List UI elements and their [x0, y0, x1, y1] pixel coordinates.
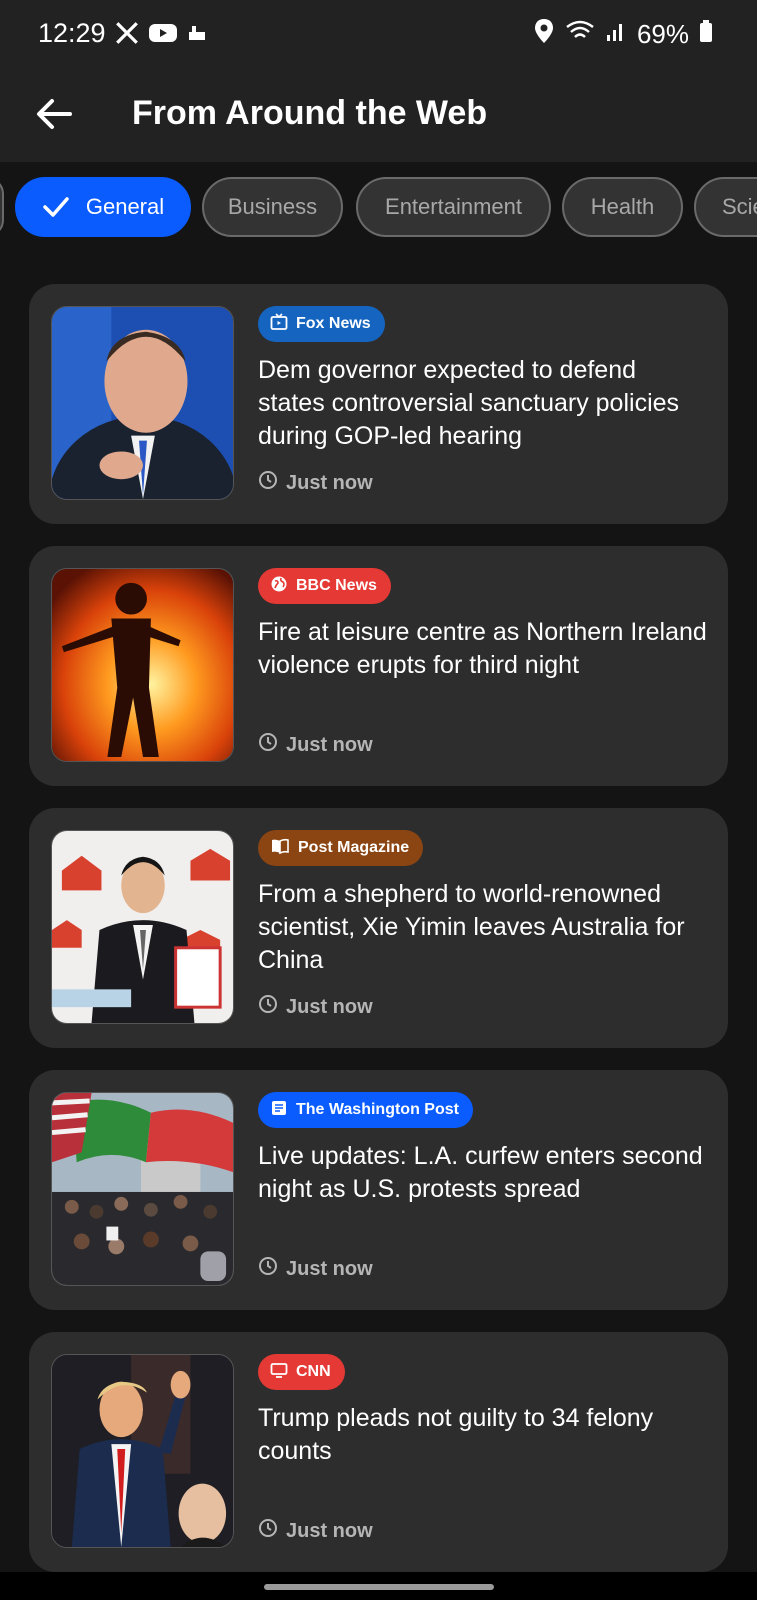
article-thumbnail: [51, 830, 234, 1024]
article-headline: From a shepherd to world-renowned scient…: [258, 880, 685, 974]
chip-label: Entertainment: [385, 194, 522, 219]
chip-business[interactable]: Business: [202, 177, 343, 237]
page-title: From Around the Web: [132, 94, 488, 132]
chip-previous-partial[interactable]: [0, 177, 4, 237]
monitor-icon: [270, 1361, 288, 1384]
source-name: Fox News: [296, 315, 371, 332]
clock-icon: [258, 994, 278, 1020]
article-icon: [270, 1099, 288, 1122]
tv-icon: [270, 312, 288, 336]
article-card[interactable]: The Washington Post Live updates: L.A. c…: [29, 1070, 728, 1310]
chip-label: Business: [227, 194, 318, 219]
app-bar: From Around the Web: [0, 70, 757, 162]
source-badge: CNN: [258, 1354, 345, 1390]
article-card[interactable]: Fox News Dem governor expected to defend…: [29, 284, 728, 524]
location-icon: [533, 18, 555, 51]
article-time: Just now: [258, 994, 373, 1020]
source-name: BBC News: [296, 577, 377, 594]
article-headline: Live updates: L.A. curfew enters second …: [258, 1142, 703, 1203]
system-nav-bar: [0, 1572, 757, 1600]
battery-icon: [699, 19, 713, 50]
chip-entertainment[interactable]: Entertainment: [356, 177, 551, 237]
arrow-back-icon: [34, 94, 74, 139]
chip-label: Health: [590, 194, 655, 219]
source-badge: BBC News: [258, 568, 391, 604]
status-time: 12:29: [38, 18, 106, 48]
article-time: Just now: [258, 1518, 373, 1544]
source-name: CNN: [296, 1363, 331, 1380]
source-badge: The Washington Post: [258, 1092, 473, 1128]
check-icon: [42, 195, 70, 219]
source-name: Post Magazine: [298, 839, 410, 856]
article-thumbnail: [51, 1354, 234, 1548]
youtube-icon: [148, 21, 178, 50]
wifi-icon: [565, 19, 595, 50]
article-headline: Trump pleads not guilty to 34 felony cou…: [258, 1404, 654, 1465]
article-card[interactable]: Post Magazine From a shepherd to world-r…: [29, 808, 728, 1048]
book-icon: [270, 837, 290, 860]
article-headline: Dem governor expected to defend states c…: [258, 356, 680, 450]
chip-health[interactable]: Health: [562, 177, 683, 237]
clock-icon: [258, 732, 278, 758]
article-time: Just now: [258, 470, 373, 496]
time-label: Just now: [286, 733, 373, 756]
article-thumbnail: [51, 568, 234, 762]
x-app-icon: [114, 20, 140, 51]
source-name: The Washington Post: [296, 1101, 459, 1118]
article-thumbnail: [51, 306, 234, 500]
article-thumbnail: [51, 1092, 234, 1286]
home-gesture-handle[interactable]: [264, 1584, 494, 1590]
battery-percent: 69%: [636, 19, 689, 49]
clock-icon: [258, 1518, 278, 1544]
signal-icon: [605, 19, 627, 50]
chip-science-partial[interactable]: Scie: [694, 177, 757, 237]
time-label: Just now: [286, 471, 373, 494]
article-headline: Fire at leisure centre as Northern Irela…: [258, 618, 707, 679]
source-badge: Post Magazine: [258, 830, 424, 866]
time-label: Just now: [286, 1257, 373, 1280]
app-notification-icon: [186, 22, 208, 49]
status-bar: 12:29 69%: [0, 0, 757, 70]
article-card[interactable]: BBC News Fire at leisure centre as North…: [29, 546, 728, 786]
article-time: Just now: [258, 1256, 373, 1282]
back-button[interactable]: [26, 88, 82, 144]
article-time: Just now: [258, 732, 373, 758]
clock-icon: [258, 470, 278, 496]
chip-label: General: [85, 194, 165, 219]
time-label: Just now: [286, 995, 373, 1018]
clock-icon: [258, 1256, 278, 1282]
source-badge: Fox News: [258, 306, 385, 342]
globe-icon: [270, 575, 288, 598]
chip-general[interactable]: General: [15, 177, 191, 237]
category-chips: General Business Entertainment Health Sc…: [0, 177, 757, 241]
article-card[interactable]: CNN Trump pleads not guilty to 34 felony…: [29, 1332, 728, 1572]
chip-label: Scie: [722, 194, 757, 219]
time-label: Just now: [286, 1519, 373, 1542]
